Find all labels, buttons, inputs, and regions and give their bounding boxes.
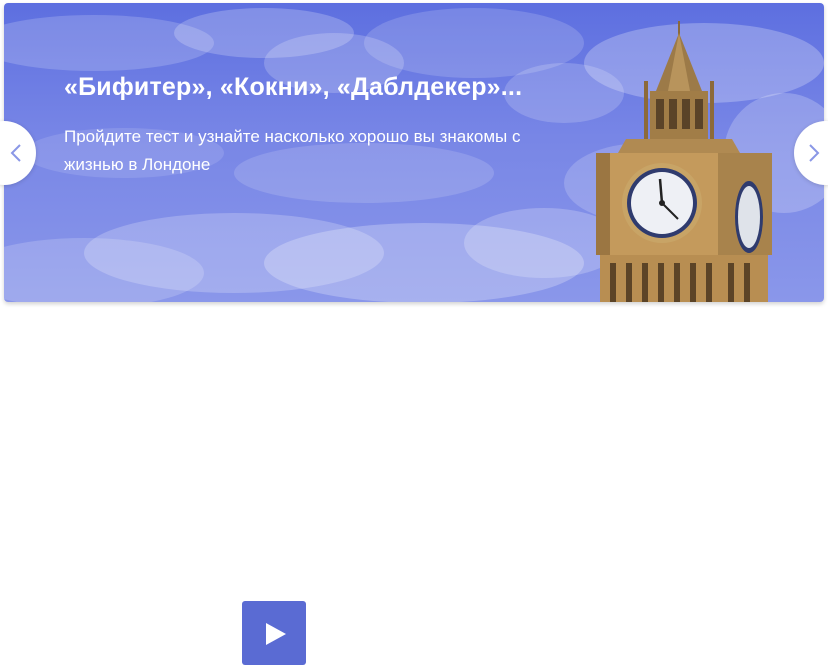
- play-button[interactable]: [242, 601, 306, 665]
- promo-banner[interactable]: «Бифитер», «Кокни», «Даблдекер»... Пройд…: [4, 3, 824, 302]
- banner-subtitle: Пройдите тест и узнайте насколько хорошо…: [64, 127, 521, 174]
- page: «Бифитер», «Кокни», «Даблдекер»... Пройд…: [0, 0, 828, 665]
- chevron-right-icon: [809, 144, 820, 162]
- play-icon: [266, 623, 286, 645]
- banner-title: «Бифитер», «Кокни», «Даблдекер»...: [64, 73, 523, 101]
- chevron-left-icon: [10, 144, 21, 162]
- big-ben-tower-image: [596, 21, 772, 302]
